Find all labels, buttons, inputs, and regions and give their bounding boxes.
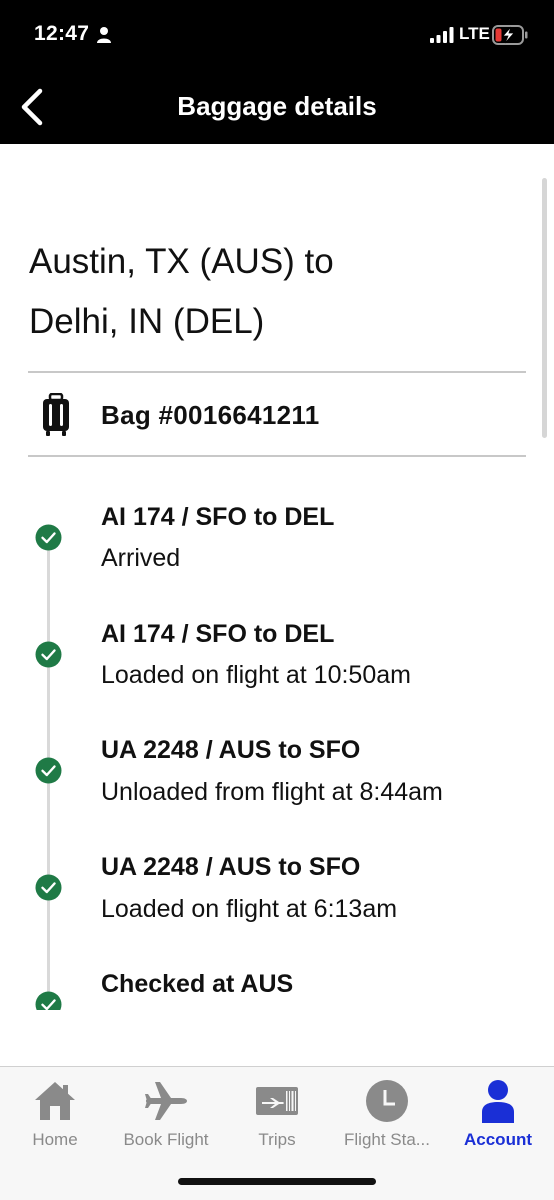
route-title: Austin, TX (AUS) to Delhi, IN (DEL) [29,232,499,352]
event-status: Loaded on flight at 6:13am [101,895,398,923]
check-circle-icon [35,991,62,1010]
tab-trips[interactable]: Trips [222,1067,332,1157]
home-indicator[interactable] [178,1178,376,1185]
bag-row: Bag #0016641211 [28,373,526,457]
app-header: Baggage details [0,70,554,144]
status-bar: 12:47 LTE [0,0,554,70]
tab-label: Book Flight [123,1130,209,1149]
luggage-icon [43,393,69,436]
check-circle-icon [35,757,62,784]
tab-flight-status[interactable]: Flight Sta... [332,1067,442,1157]
person-icon [97,27,111,43]
tab-account[interactable]: Account [442,1067,554,1157]
network-type: LTE [459,24,490,43]
airplane-icon [145,1082,187,1120]
tab-label: Trips [258,1130,296,1149]
route-title-line1: Austin, TX (AUS) to [29,242,334,281]
battery-charging-icon [492,25,528,45]
event-status: Loaded on flight at 10:50am [101,661,411,689]
event-title: AI 174 / SFO to DEL [101,620,335,648]
home-icon [35,1082,75,1120]
tab-label: Home [32,1130,78,1149]
event-title: UA 2248 / AUS to SFO [101,736,361,764]
route-title-line2: Delhi, IN (DEL) [29,302,265,341]
check-circle-icon [35,524,62,551]
signal-bars-icon [430,27,454,43]
clock-icon [366,1080,408,1122]
tab-label: Account [464,1130,532,1149]
baggage-details-content[interactable]: Austin, TX (AUS) to Delhi, IN (DEL) Bag … [0,144,554,1010]
scrollbar[interactable] [542,178,547,438]
ticket-icon [256,1087,298,1115]
event-title: Checked at AUS [101,970,294,998]
check-circle-icon [35,874,62,901]
bag-number: Bag #0016641211 [101,400,320,430]
check-circle-icon [35,641,62,668]
event-status: Arrived [101,544,181,572]
divider [28,455,526,457]
status-time: 12:47 [34,22,90,45]
page-title: Baggage details [177,91,377,121]
tab-home[interactable]: Home [0,1067,110,1157]
account-icon [482,1080,514,1123]
event-title: UA 2248 / AUS to SFO [101,853,361,881]
event-status: Unloaded from flight at 8:44am [101,778,443,806]
tab-label: Flight Sta... [344,1130,430,1149]
tab-book-flight[interactable]: Book Flight [110,1067,222,1157]
event-title: AI 174 / SFO to DEL [101,503,335,531]
